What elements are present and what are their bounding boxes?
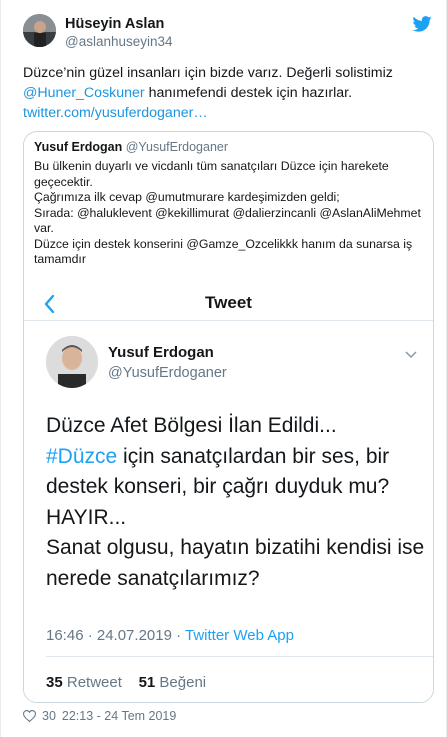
author-avatar[interactable] — [23, 14, 56, 47]
hashtag: #Düzce — [46, 444, 118, 468]
screenshot-author-handle: @YusufErdoganer — [108, 365, 227, 381]
twitter-bird-icon[interactable] — [412, 16, 432, 32]
screenshot-stats: 35 Retweet 51 Beğeni — [46, 674, 206, 691]
screenshot-line3: Sanat olgusu, hayatın bizatihi kendisi i… — [46, 536, 425, 590]
screenshot-author-avatar — [46, 336, 98, 388]
quoted-tweet-header: Yusuf Erdogan @YusufErdoganer — [34, 140, 228, 154]
screenshot-app: Twitter Web App — [185, 627, 294, 644]
divider — [24, 320, 433, 321]
quoted-tweet[interactable]: Yusuf Erdogan @YusufErdoganer Bu ülkenin… — [23, 131, 434, 703]
tweet-timestamp[interactable]: 22:13 - 24 Tem 2019 — [62, 709, 176, 723]
like-count-footer[interactable]: 30 — [42, 709, 56, 723]
quoted-line: Çağrımıza ilk cevap @umutmurare kardeşim… — [34, 190, 340, 204]
author-name[interactable]: Hüseyin Aslan — [65, 16, 164, 32]
quoted-url-link[interactable]: twitter.com/yusuferdoganer… — [23, 105, 208, 121]
screenshot-line1: Düzce Afet Bölgesi İlan Edildi... — [46, 414, 337, 437]
tweet-footer: 30 22:13 - 24 Tem 2019 — [23, 709, 176, 723]
tweet-text: Düzce’nin güzel insanları için bizde var… — [23, 63, 423, 123]
like-count: 51 — [138, 674, 156, 691]
tweet-card: Hüseyin Aslan @aslanhuseyin34 Düzce’nin … — [0, 0, 447, 737]
screenshot-meta: 16:46 · 24.07.2019 · Twitter Web App — [46, 627, 294, 644]
screenshot-tweet-text: Düzce Afet Bölgesi İlan Edildi... #Düzce… — [46, 411, 426, 594]
tweet-text-part2: hanımefendi destek için hazırlar. — [144, 85, 353, 101]
quoted-tweet-text: Bu ülkenin duyarlı ve vicdanlı tüm sanat… — [34, 159, 429, 268]
divider — [46, 656, 433, 657]
screenshot-header-title: Tweet — [205, 293, 252, 312]
screenshot-author-name: Yusuf Erdogan — [108, 344, 214, 361]
quoted-line: Düzce için destek konserini @Gamze_Ozcel… — [34, 236, 413, 267]
quoted-author-handle: @YusufErdoganer — [125, 140, 229, 154]
quoted-line: Bu ülkenin duyarlı ve vicdanlı tüm sanat… — [34, 159, 389, 189]
screenshot-time-date: 16:46 · 24.07.2019 · — [46, 627, 185, 644]
heart-icon[interactable] — [23, 710, 36, 722]
mention-link[interactable]: @Huner_Coskuner — [23, 85, 145, 101]
like-label: Beğeni — [159, 674, 207, 691]
author-handle[interactable]: @aslanhuseyin34 — [65, 34, 173, 49]
embedded-screenshot: Tweet Yusuf Erdogan @YusufErdoganer Düzc… — [24, 286, 433, 702]
chevron-down-icon — [405, 351, 417, 359]
quoted-line: Sırada: @haluklevent @kekillimurat @dali… — [34, 205, 421, 236]
quoted-author-name: Yusuf Erdogan — [34, 140, 123, 154]
retweet-count: 35 — [46, 674, 63, 691]
retweet-label: Retweet — [66, 674, 122, 691]
tweet-text-part1: Düzce’nin güzel insanları için bizde var… — [23, 65, 393, 81]
